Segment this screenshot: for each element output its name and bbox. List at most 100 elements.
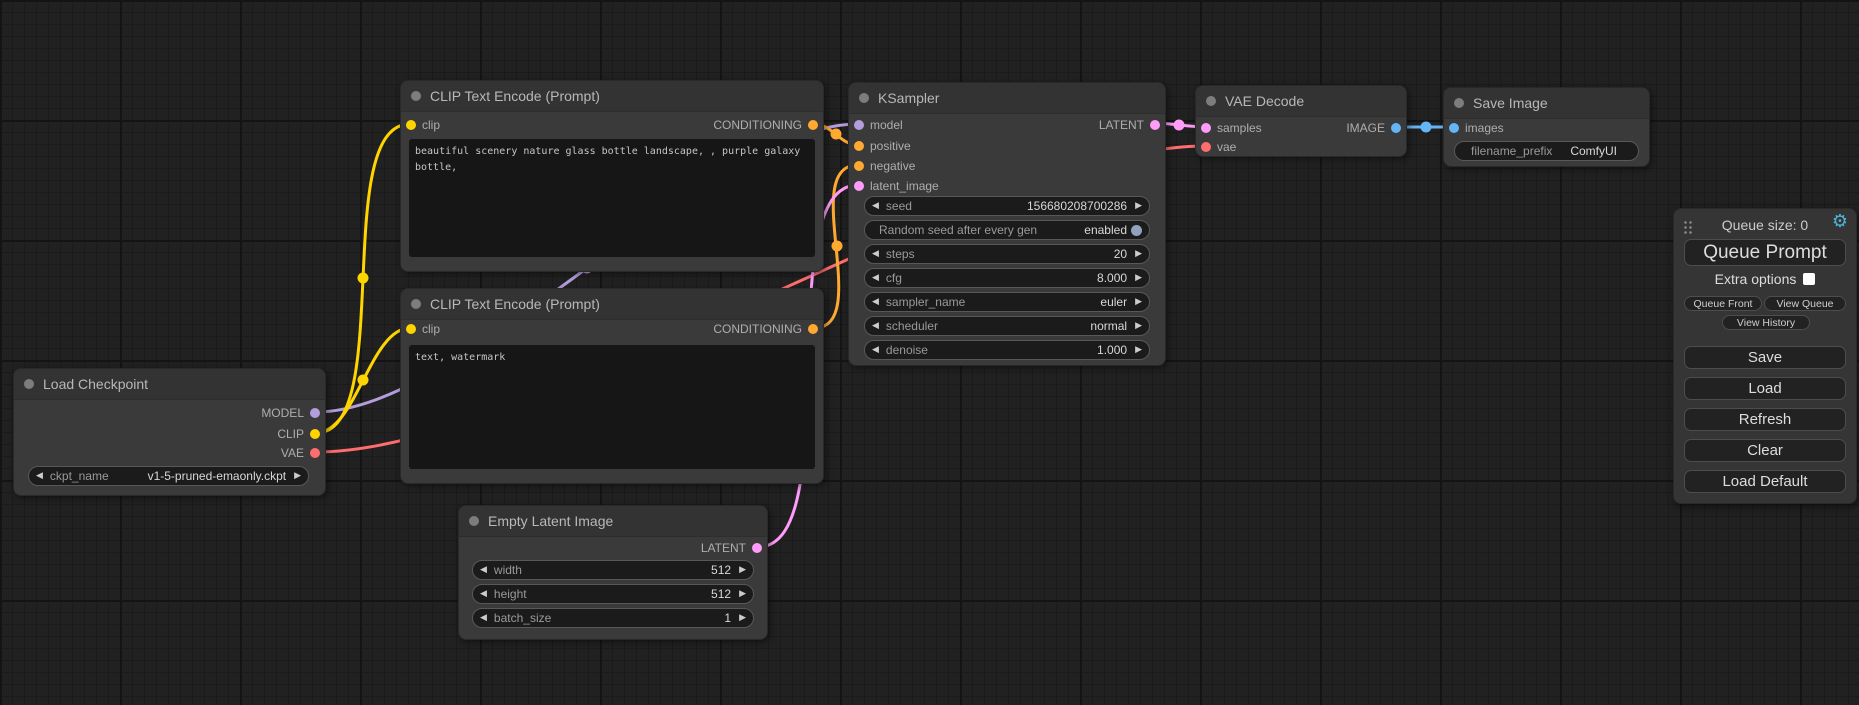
link-midpoint-dot[interactable] [358, 273, 369, 284]
conditioning-output-dot[interactable] [808, 324, 818, 334]
negative-prompt-textarea[interactable]: text, watermark [409, 345, 815, 469]
node-title-bar[interactable]: VAE Decode [1196, 86, 1406, 117]
clip-input-dot[interactable] [406, 120, 416, 130]
node-title-bar[interactable]: Load Checkpoint [14, 369, 325, 400]
scheduler-widget[interactable]: ◀ scheduler normal ▶ [864, 316, 1150, 336]
latent-image-input-dot[interactable] [854, 181, 864, 191]
clip-input-dot[interactable] [406, 324, 416, 334]
node-title-bar[interactable]: Empty Latent Image [459, 506, 767, 537]
queue-panel[interactable]: Queue size: 0 ⚙ Queue Prompt Extra optio… [1673, 208, 1857, 504]
link-midpoint-dot[interactable] [1174, 120, 1185, 131]
decrement-arrow-icon[interactable]: ◀ [480, 614, 487, 623]
view-queue-button[interactable]: View Queue [1764, 296, 1846, 311]
output-slot-model[interactable]: MODEL [261, 403, 325, 423]
batch-size-widget[interactable]: ◀ batch_size 1 ▶ [472, 608, 754, 628]
view-history-button[interactable]: View History [1722, 315, 1810, 330]
image-output-dot[interactable] [1391, 123, 1401, 133]
collapse-dot-icon[interactable] [469, 516, 479, 526]
decrement-arrow-icon[interactable]: ◀ [872, 250, 879, 259]
link-midpoint-dot[interactable] [358, 375, 369, 386]
model-output-dot[interactable] [310, 408, 320, 418]
save-button[interactable]: Save [1684, 346, 1846, 369]
link-midpoint-dot[interactable] [1421, 122, 1432, 133]
collapse-dot-icon[interactable] [411, 299, 421, 309]
node-title-bar[interactable]: CLIP Text Encode (Prompt) [401, 289, 823, 320]
positive-input-dot[interactable] [854, 141, 864, 151]
increment-arrow-icon[interactable]: ▶ [739, 590, 746, 599]
input-slot-model[interactable]: model [849, 115, 903, 135]
vae-output-dot[interactable] [310, 448, 320, 458]
load-button[interactable]: Load [1684, 377, 1846, 400]
denoise-widget[interactable]: ◀ denoise 1.000 ▶ [864, 340, 1150, 360]
toggle-dot-icon[interactable] [1131, 225, 1142, 236]
decrement-arrow-icon[interactable]: ◀ [480, 566, 487, 575]
samples-input-dot[interactable] [1201, 123, 1211, 133]
output-slot-conditioning[interactable]: CONDITIONING [713, 319, 823, 339]
output-slot-clip[interactable]: CLIP [277, 424, 325, 444]
input-slot-vae[interactable]: vae [1196, 137, 1236, 157]
decrement-arrow-icon[interactable]: ◀ [872, 322, 879, 331]
decrement-arrow-icon[interactable]: ◀ [872, 202, 879, 211]
steps-widget[interactable]: ◀ steps 20 ▶ [864, 244, 1150, 264]
input-slot-positive[interactable]: positive [849, 136, 911, 156]
height-widget[interactable]: ◀ height 512 ▶ [472, 584, 754, 604]
increment-arrow-icon[interactable]: ▶ [1135, 202, 1142, 211]
collapse-dot-icon[interactable] [411, 91, 421, 101]
node-clip-text-encode-negative[interactable]: CLIP Text Encode (Prompt) clip CONDITION… [400, 288, 824, 484]
node-title-bar[interactable]: Save Image [1444, 88, 1649, 119]
latent-output-dot[interactable] [752, 543, 762, 553]
node-ksampler[interactable]: KSampler model LATENT positive negative [848, 82, 1166, 366]
input-slot-negative[interactable]: negative [849, 156, 915, 176]
load-default-button[interactable]: Load Default [1684, 470, 1846, 493]
positive-prompt-textarea[interactable]: beautiful scenery nature glass bottle la… [409, 139, 815, 257]
input-slot-clip[interactable]: clip [401, 115, 440, 135]
clear-button[interactable]: Clear [1684, 439, 1846, 462]
settings-gear-icon[interactable]: ⚙ [1832, 213, 1848, 231]
filename-prefix-widget[interactable]: filename_prefix ComfyUI [1454, 141, 1639, 161]
clip-output-dot[interactable] [310, 429, 320, 439]
increment-arrow-icon[interactable]: ▶ [739, 566, 746, 575]
increment-arrow-icon[interactable]: ▶ [1135, 274, 1142, 283]
width-widget[interactable]: ◀ width 512 ▶ [472, 560, 754, 580]
increment-arrow-icon[interactable]: ▶ [1135, 322, 1142, 331]
cfg-widget[interactable]: ◀ cfg 8.000 ▶ [864, 268, 1150, 288]
extra-options-checkbox[interactable] [1803, 273, 1815, 285]
input-slot-latent-image[interactable]: latent_image [849, 176, 939, 196]
input-slot-images[interactable]: images [1444, 118, 1504, 138]
output-slot-conditioning[interactable]: CONDITIONING [713, 115, 823, 135]
queue-front-button[interactable]: Queue Front [1684, 296, 1762, 311]
increment-arrow-icon[interactable]: ▶ [294, 472, 301, 481]
input-slot-clip[interactable]: clip [401, 319, 440, 339]
seed-widget[interactable]: ◀ seed 156680208700286 ▶ [864, 196, 1150, 216]
node-clip-text-encode-positive[interactable]: CLIP Text Encode (Prompt) clip CONDITION… [400, 80, 824, 272]
node-vae-decode[interactable]: VAE Decode samples IMAGE vae [1195, 85, 1407, 157]
input-slot-samples[interactable]: samples [1196, 118, 1262, 138]
link-midpoint-dot[interactable] [832, 241, 843, 252]
output-slot-latent[interactable]: LATENT [701, 538, 767, 558]
latent-output-dot[interactable] [1150, 120, 1160, 130]
node-graph-canvas[interactable]: Load Checkpoint MODEL CLIP VAE ◀ ckpt_na… [0, 0, 1859, 705]
node-save-image[interactable]: Save Image images filename_prefix ComfyU… [1443, 87, 1650, 167]
vae-input-dot[interactable] [1201, 142, 1211, 152]
increment-arrow-icon[interactable]: ▶ [1135, 250, 1142, 259]
decrement-arrow-icon[interactable]: ◀ [872, 298, 879, 307]
link-midpoint-dot[interactable] [831, 129, 842, 140]
node-load-checkpoint[interactable]: Load Checkpoint MODEL CLIP VAE ◀ ckpt_na… [13, 368, 326, 496]
model-input-dot[interactable] [854, 120, 864, 130]
decrement-arrow-icon[interactable]: ◀ [36, 472, 43, 481]
increment-arrow-icon[interactable]: ▶ [1135, 346, 1142, 355]
output-slot-image[interactable]: IMAGE [1346, 118, 1406, 138]
ckpt-name-widget[interactable]: ◀ ckpt_name v1-5-pruned-emaonly.ckpt ▶ [28, 466, 309, 486]
collapse-dot-icon[interactable] [859, 93, 869, 103]
node-empty-latent-image[interactable]: Empty Latent Image LATENT ◀ width 512 ▶ … [458, 505, 768, 640]
images-input-dot[interactable] [1449, 123, 1459, 133]
output-slot-latent[interactable]: LATENT [1099, 115, 1165, 135]
sampler-name-widget[interactable]: ◀ sampler_name euler ▶ [864, 292, 1150, 312]
node-title-bar[interactable]: KSampler [849, 83, 1165, 114]
collapse-dot-icon[interactable] [1206, 96, 1216, 106]
random-seed-toggle-widget[interactable]: Random seed after every gen enabled [864, 220, 1150, 240]
decrement-arrow-icon[interactable]: ◀ [872, 346, 879, 355]
decrement-arrow-icon[interactable]: ◀ [480, 590, 487, 599]
increment-arrow-icon[interactable]: ▶ [739, 614, 746, 623]
increment-arrow-icon[interactable]: ▶ [1135, 298, 1142, 307]
